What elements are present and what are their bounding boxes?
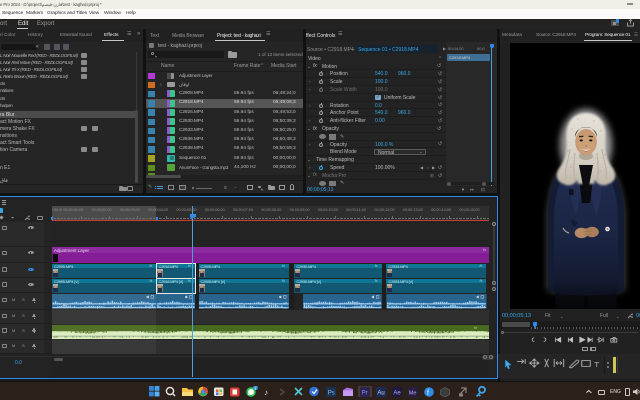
svg-text:1: 1 (254, 386, 256, 390)
svg-text:Ps: Ps (328, 391, 335, 397)
svg-text:♪: ♪ (264, 388, 268, 397)
svg-text:Me: Me (409, 391, 417, 397)
svg-text:T: T (594, 361, 599, 369)
svg-text:Ae: Ae (393, 391, 401, 397)
svg-text:f: f (427, 390, 429, 397)
svg-text:Pr: Pr (362, 391, 368, 397)
svg-text:Au: Au (377, 391, 384, 397)
